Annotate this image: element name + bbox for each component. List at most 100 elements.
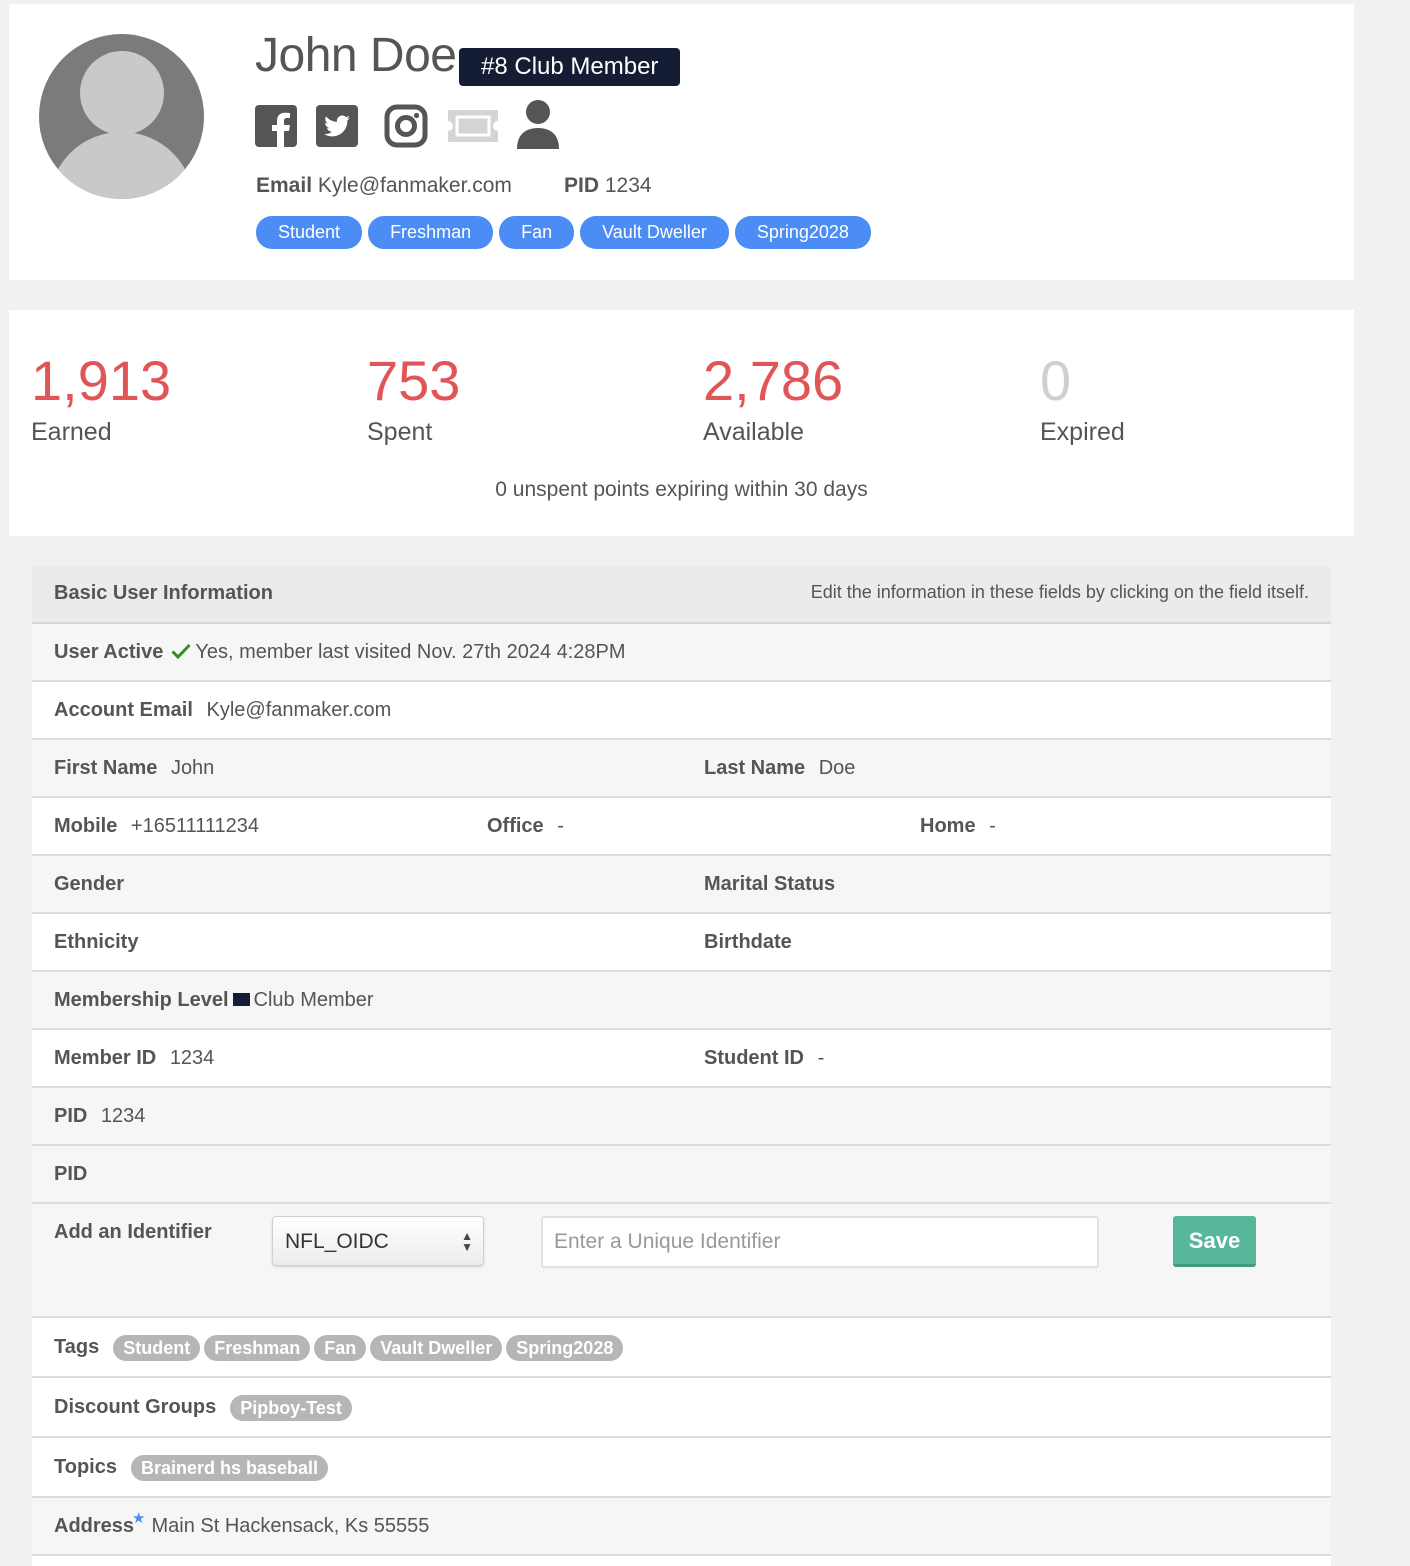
field-label: Topics xyxy=(54,1456,117,1478)
address-row: Address★ Main St Hackensack, Ks 55555 xyxy=(32,1498,1331,1556)
stat-label: Available xyxy=(703,418,805,446)
discount-groups-row: Discount Groups Pipboy-Test xyxy=(32,1378,1331,1438)
instagram-icon[interactable] xyxy=(384,104,428,148)
user-name: John Doe xyxy=(255,29,457,82)
pid-field-2[interactable]: PID xyxy=(54,1146,95,1202)
unique-identifier-input[interactable]: Enter a Unique Identifier xyxy=(541,1216,1099,1268)
account-email-field[interactable]: Account Email Kyle@fanmaker.com xyxy=(54,682,391,738)
field-label: Add an Identifier xyxy=(54,1221,212,1243)
office-field[interactable]: Office - xyxy=(487,798,564,854)
address-field[interactable]: Address★ Main St Hackensack, Ks 55555 xyxy=(54,1498,429,1554)
field-label: Discount Groups xyxy=(54,1396,217,1418)
field-label: Mobile xyxy=(54,815,118,837)
field-value[interactable]: Doe xyxy=(819,757,856,779)
stat-value: 1,913 xyxy=(31,349,172,412)
topic-pill[interactable]: Brainerd hs baseball xyxy=(130,1454,329,1481)
field-value[interactable]: Main St Hackensack, Ks 55555 xyxy=(151,1515,429,1537)
contact-info: Email Kyle@fanmaker.com PID 1234 xyxy=(256,174,652,198)
avatar-body-shape xyxy=(49,132,194,199)
field-value[interactable]: Club Member xyxy=(254,989,374,1011)
field-label: Student ID xyxy=(704,1047,804,1069)
email-label: Email xyxy=(256,174,313,197)
field-label: Ethnicity xyxy=(54,931,139,953)
field-value[interactable]: 1234 xyxy=(101,1105,146,1127)
ticket-icon[interactable] xyxy=(445,108,501,144)
info-header: Basic User Information Edit the informat… xyxy=(32,566,1331,624)
tag-pill[interactable]: Fan xyxy=(499,216,575,249)
add-identifier-row: Add an Identifier NFL_OIDC ▲ ▼ Enter a Un… xyxy=(32,1204,1331,1318)
marital-status-field[interactable]: Marital Status xyxy=(704,856,843,912)
field-value[interactable]: Kyle@fanmaker.com xyxy=(206,699,391,721)
pid-value: 1234 xyxy=(604,174,652,197)
profile-tags: Student Freshman Fan Vault Dweller Sprin… xyxy=(256,216,871,249)
membership-row: Membership Level Club Member xyxy=(32,972,1331,1030)
identifier-type-value: NFL_OIDC xyxy=(285,1230,389,1253)
birthdate-field[interactable]: Birthdate xyxy=(704,914,800,970)
ethnicity-row: Ethnicity Birthdate xyxy=(32,914,1331,972)
last-name-field[interactable]: Last Name Doe xyxy=(704,740,855,796)
stat-value: 753 xyxy=(367,349,461,412)
tag-pill[interactable]: Freshman xyxy=(368,216,494,249)
field-value[interactable]: - xyxy=(818,1047,825,1069)
add-identifier-label: Add an Identifier xyxy=(54,1204,220,1260)
ethnicity-field[interactable]: Ethnicity xyxy=(54,914,146,970)
field-label: Address xyxy=(54,1515,135,1537)
field-label: Marital Status xyxy=(704,873,836,895)
facebook-icon[interactable] xyxy=(255,105,297,147)
ids-row: Member ID 1234 Student ID - xyxy=(32,1030,1331,1088)
member-id-field[interactable]: Member ID 1234 xyxy=(54,1030,214,1086)
field-value[interactable]: +16511111234 xyxy=(131,815,259,837)
profile-card: John Doe #8 Club Member Email Kyle@fanma… xyxy=(9,4,1354,280)
basic-user-information: Basic User Information Edit the informat… xyxy=(32,566,1331,1566)
tag-pill[interactable]: Student xyxy=(256,216,363,249)
field-value[interactable]: 1234 xyxy=(170,1047,215,1069)
stat-value: 2,786 xyxy=(703,349,844,412)
discount-group-pill[interactable]: Pipboy-Test xyxy=(230,1394,352,1421)
home-field[interactable]: Home - xyxy=(920,798,996,854)
stat-earned: 1,913 Earned xyxy=(31,348,171,447)
field-label: Gender xyxy=(54,873,125,895)
field-value[interactable]: - xyxy=(989,815,996,837)
expiring-points-note: 0 unspent points expiring within 30 days xyxy=(495,478,868,501)
stat-label: Expired xyxy=(1040,418,1125,446)
field-label: Tags xyxy=(54,1336,100,1358)
stat-label: Spent xyxy=(367,418,433,446)
student-id-field[interactable]: Student ID - xyxy=(704,1030,824,1086)
field-label: Membership Level xyxy=(54,989,229,1011)
pid-row: PID 1234 xyxy=(32,1088,1331,1146)
account-email-row: Account Email Kyle@fanmaker.com xyxy=(32,682,1331,740)
tag-pill[interactable]: Vault Dweller xyxy=(580,216,729,249)
twitter-icon[interactable] xyxy=(316,105,358,147)
save-button[interactable]: Save xyxy=(1173,1216,1256,1267)
stat-label: Earned xyxy=(31,418,112,446)
topics-row: Topics Brainerd hs baseball xyxy=(32,1438,1331,1498)
field-label: First Name xyxy=(54,757,158,779)
field-label: User Active xyxy=(54,641,164,663)
field-label: Office xyxy=(487,815,544,837)
tag-pill[interactable]: Spring2028 xyxy=(506,1334,624,1361)
gender-field[interactable]: Gender xyxy=(54,856,132,912)
avatar[interactable] xyxy=(39,34,204,199)
tags-row: Tags Student Freshman Fan Vault Dweller Sprin… xyxy=(32,1318,1331,1378)
field-value[interactable]: - xyxy=(557,815,564,837)
tag-pill[interactable]: Freshman xyxy=(204,1334,311,1361)
field-value[interactable]: John xyxy=(171,757,214,779)
membership-level-field[interactable]: Membership Level Club Member xyxy=(54,972,374,1028)
name-row: First Name John Last Name Doe xyxy=(32,740,1331,798)
membership-color-swatch xyxy=(232,992,250,1006)
identifier-type-select[interactable]: NFL_OIDC ▲ ▼ xyxy=(272,1216,484,1266)
points-summary: 1,913 Earned 753 Spent 2,786 Available 0… xyxy=(9,310,1354,536)
field-label: Last Name xyxy=(704,757,806,779)
pid-field[interactable]: PID 1234 xyxy=(54,1088,145,1144)
first-name-field[interactable]: First Name John xyxy=(54,740,214,796)
rank-badge: #8 Club Member xyxy=(459,48,681,86)
section-title: Basic User Information xyxy=(54,582,273,604)
tag-pill[interactable]: Vault Dweller xyxy=(370,1334,503,1361)
tag-pill[interactable]: Fan xyxy=(314,1334,367,1361)
user-icon[interactable] xyxy=(516,99,560,149)
tag-pill[interactable]: Student xyxy=(113,1334,201,1361)
stat-value: 0 xyxy=(1040,349,1072,412)
tag-pill[interactable]: Spring2028 xyxy=(734,216,871,249)
mobile-field[interactable]: Mobile +16511111234 xyxy=(54,798,259,854)
field-label: Home xyxy=(920,815,976,837)
